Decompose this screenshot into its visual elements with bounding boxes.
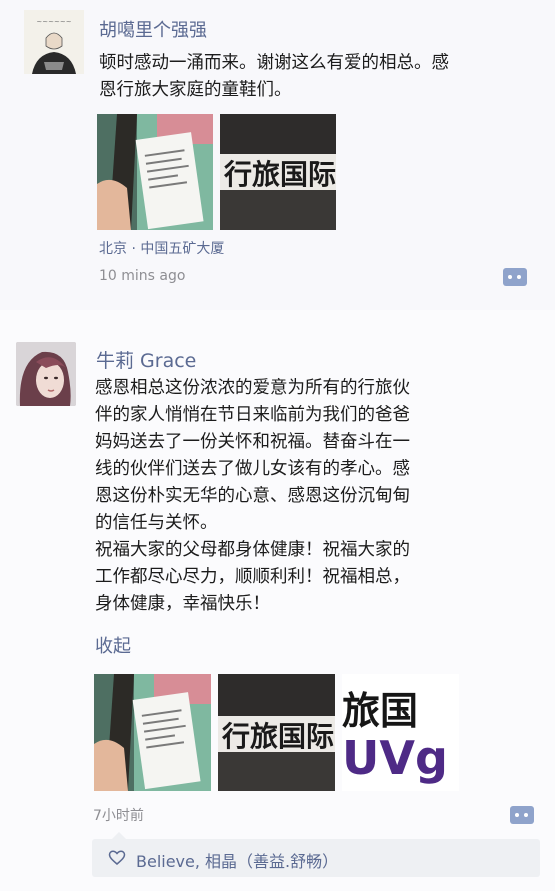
user-avatar[interactable] [16, 342, 76, 406]
post-time: 7小时前 [93, 808, 144, 824]
hand-holding-card-photo [97, 114, 213, 230]
svg-text:~~~~~~: ~~~~~~ [36, 18, 71, 26]
sign-text: 行旅国际 [223, 158, 336, 191]
photo-thumbnail[interactable] [94, 674, 211, 791]
post-text-line: 工作都尽心尽力，顺顺利利！祝福相总， [95, 567, 410, 587]
post-text-line: 伴的家人悄悄在节日来临前为我们的爸爸 [95, 405, 410, 425]
post-text-line: 妈妈送去了一份关怀和祝福。替奋斗在一 [95, 432, 410, 452]
dot-icon [515, 813, 519, 817]
photo-thumbnail[interactable]: 行旅国际 [220, 114, 336, 230]
author-name[interactable]: 牛莉 Grace [96, 346, 196, 373]
post-text-line: 祝福大家的父母都身体健康！祝福大家的 [95, 540, 410, 560]
heart-icon [108, 850, 126, 865]
dot-icon [524, 813, 528, 817]
sign-text: 行旅国际 [221, 720, 334, 753]
dot-icon [508, 275, 512, 279]
post-text-line: 的信任与关怀。 [95, 513, 218, 533]
post-text-line: 线的伙伴们送去了做儿女该有的孝心。感 [95, 459, 410, 479]
post-text-line: 身体健康，幸福快乐！ [95, 594, 270, 614]
post-text-line: 恩这份朴实无华的心意、感恩这份沉甸甸 [95, 486, 410, 506]
company-sign-photo: 行旅国际 [220, 114, 336, 230]
photo-thumbnail[interactable] [97, 114, 213, 230]
post-text-line: 恩行旅大家庭的童鞋们。 [99, 80, 292, 100]
likes-bar: Believe, 相晶（善益.舒畅） [92, 832, 540, 877]
dot-icon [517, 275, 521, 279]
logo-text: UVg [342, 731, 448, 785]
post-text: 顿时感动一涌而来。谢谢这么有爱的相总。感 恩行旅大家庭的童鞋们。 [99, 50, 529, 104]
sign-text: 旅国 [342, 689, 418, 733]
photo-thumbnail[interactable]: 旅国 UVg [342, 674, 459, 791]
collapse-link[interactable]: 收起 [95, 632, 131, 658]
post-text-line: 顿时感动一涌而来。谢谢这么有爱的相总。感 [99, 53, 449, 73]
user-avatar[interactable]: ~~~~~~ [24, 10, 84, 74]
location-link[interactable]: 北京 · 中国五矿大厦 [99, 238, 224, 258]
likes-names[interactable]: Believe, 相晶（善益.舒畅） [136, 848, 338, 872]
company-sign-photo: 行旅国际 [218, 674, 335, 791]
moment-post: ~~~~~~ 胡噶里个强强 顿时感动一涌而来。谢谢这么有爱的相总。感 恩行旅大家… [0, 0, 555, 310]
author-name[interactable]: 胡噶里个强强 [99, 16, 207, 42]
comment-button[interactable] [503, 268, 527, 286]
comment-button[interactable] [510, 806, 534, 824]
photo-thumbnail[interactable]: 行旅国际 [218, 674, 335, 791]
post-text: 感恩相总这份浓浓的爱意为所有的行旅伙 伴的家人悄悄在节日来临前为我们的爸爸 妈妈… [95, 375, 515, 618]
moment-post: 牛莉 Grace 感恩相总这份浓浓的爱意为所有的行旅伙 伴的家人悄悄在节日来临前… [0, 320, 555, 891]
hand-holding-card-photo [94, 674, 211, 791]
company-logo-photo: 旅国 UVg [342, 674, 459, 791]
post-time: 10 mins ago [99, 268, 186, 284]
post-text-line: 感恩相总这份浓浓的爱意为所有的行旅伙 [95, 378, 410, 398]
